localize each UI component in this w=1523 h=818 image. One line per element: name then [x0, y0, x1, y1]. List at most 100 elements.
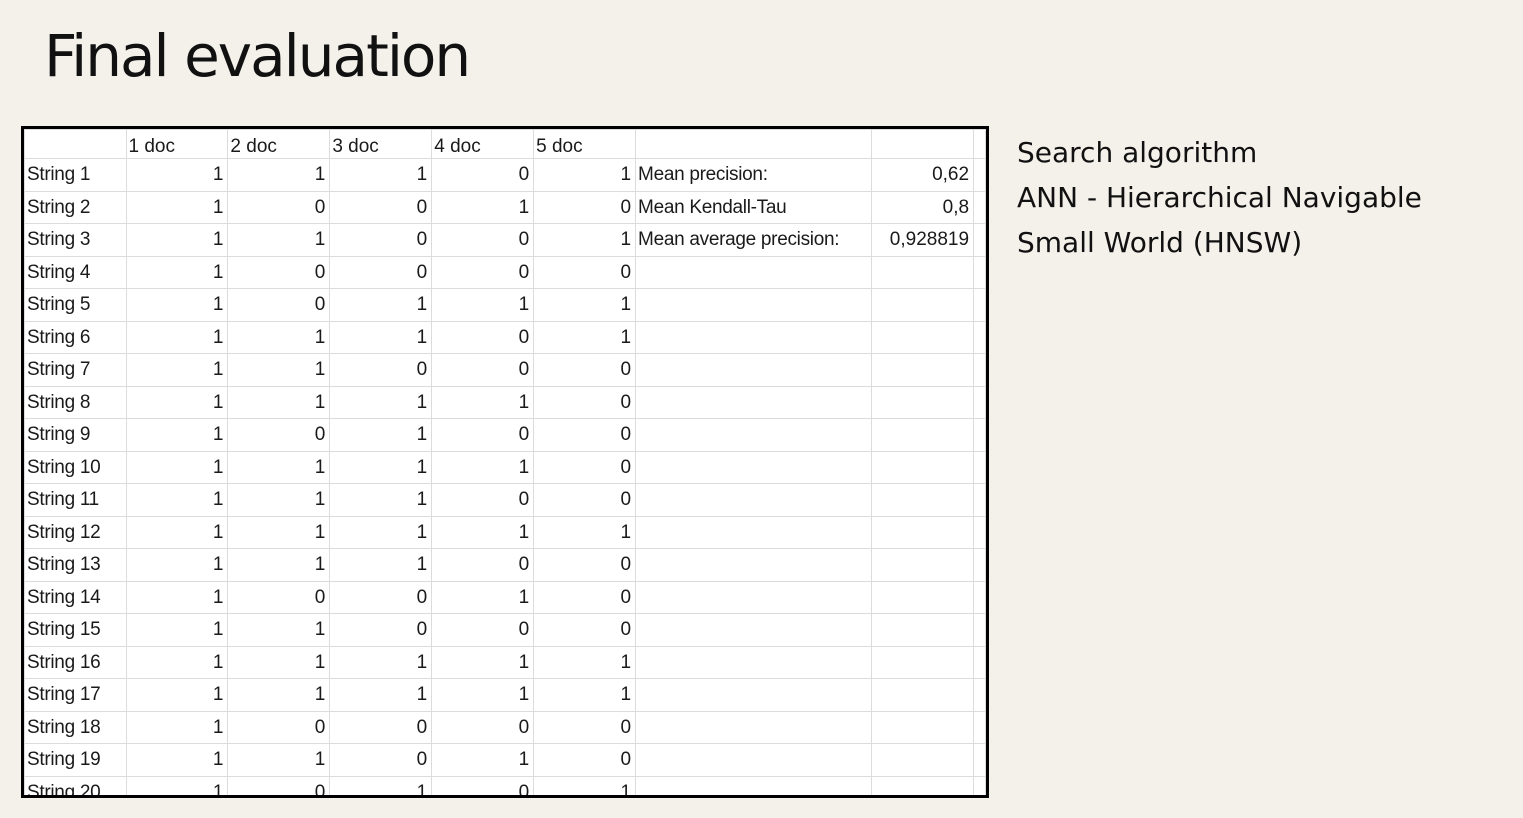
score-cell: 0 [431, 353, 535, 387]
empty-cell [973, 743, 986, 777]
row-label: String 8 [24, 385, 127, 419]
table-row: String 10 1 1 1 1 0 [24, 450, 986, 484]
empty-cell [973, 320, 986, 354]
score-cell: 1 [227, 353, 331, 387]
row-label: String 18 [24, 710, 127, 744]
score-cell: 0 [431, 223, 535, 257]
metric-value: 0,62 [871, 158, 975, 192]
score-cell: 0 [431, 158, 535, 192]
table-row: String 17 1 1 1 1 1 [24, 678, 986, 712]
table-row: String 16 1 1 1 1 1 [24, 645, 986, 679]
score-cell: 1 [125, 418, 229, 452]
row-label: String 9 [24, 418, 127, 452]
score-cell: 1 [533, 775, 637, 795]
empty-cell [871, 320, 975, 354]
score-cell: 1 [125, 645, 229, 679]
empty-cell [635, 129, 873, 159]
empty-cell [635, 613, 873, 647]
score-cell: 0 [227, 255, 331, 289]
metric-value: 0,928819 [871, 223, 975, 257]
table-row: String 1 1 1 1 0 1 Mean precision: 0,62 [24, 158, 986, 192]
empty-cell [871, 678, 975, 712]
empty-cell [973, 418, 986, 452]
score-cell: 1 [227, 678, 331, 712]
score-cell: 0 [329, 353, 433, 387]
score-cell: 0 [533, 418, 637, 452]
score-cell: 1 [125, 515, 229, 549]
score-cell: 1 [125, 223, 229, 257]
score-cell: 1 [227, 613, 331, 647]
score-cell: 1 [125, 483, 229, 517]
empty-cell [871, 255, 975, 289]
score-cell: 0 [431, 255, 535, 289]
score-cell: 1 [431, 288, 535, 322]
empty-cell [973, 385, 986, 419]
empty-cell [973, 515, 986, 549]
table-row: String 910100 [24, 418, 986, 452]
score-cell: 1 [431, 190, 535, 224]
table-row: String 12 1 1 1 1 1 [24, 515, 986, 549]
empty-cell [973, 613, 986, 647]
row-label: String 20 [24, 775, 127, 795]
slide-title: Final evaluation [44, 22, 471, 90]
score-cell: 1 [227, 515, 331, 549]
score-cell: 0 [227, 580, 331, 614]
column-header: 2 doc [227, 129, 331, 159]
score-cell: 1 [431, 385, 535, 419]
metric-label: Mean average precision: [635, 223, 873, 257]
evaluation-table: 1 doc 2 doc 3 doc 4 doc 5 doc String 1 1 1 1 0 1 Me… [24, 129, 986, 795]
score-cell: 1 [533, 515, 637, 549]
score-cell: 1 [227, 645, 331, 679]
empty-cell [871, 129, 975, 159]
empty-cell [871, 580, 975, 614]
row-label: String 4 [24, 255, 127, 289]
empty-cell [871, 450, 975, 484]
score-cell: 1 [533, 678, 637, 712]
table-row: String 19 1 1 0 1 0 [24, 743, 986, 777]
empty-cell [871, 418, 975, 452]
empty-cell [635, 450, 873, 484]
row-label: String 1 [24, 158, 127, 192]
score-cell: 0 [329, 613, 433, 647]
score-cell: 1 [125, 320, 229, 354]
row-label: String 17 [24, 678, 127, 712]
score-cell: 1 [125, 288, 229, 322]
empty-cell [973, 255, 986, 289]
row-label: String 15 [24, 613, 127, 647]
empty-cell [635, 418, 873, 452]
empty-cell [871, 515, 975, 549]
empty-cell [871, 743, 975, 777]
score-cell: 1 [227, 483, 331, 517]
score-cell: 0 [329, 743, 433, 777]
column-header: 5 doc [533, 129, 637, 159]
empty-cell [871, 353, 975, 387]
header-row: 1 doc 2 doc 3 doc 4 doc 5 doc [24, 129, 986, 159]
score-cell: 0 [431, 548, 535, 582]
empty-cell [635, 645, 873, 679]
score-cell: 0 [227, 710, 331, 744]
score-cell: 0 [431, 775, 535, 795]
score-cell: 1 [431, 580, 535, 614]
row-label: String 11 [24, 483, 127, 517]
score-cell: 1 [431, 450, 535, 484]
score-cell: 1 [533, 158, 637, 192]
table-row: String 3 1 1 0 0 1 Mean average precision: 0,92… [24, 223, 986, 257]
score-cell: 0 [329, 223, 433, 257]
algorithm-description: Search algorithm ANN - Hierarchical Navi… [1017, 130, 1507, 265]
row-label: String 10 [24, 450, 127, 484]
empty-cell [871, 775, 975, 795]
empty-cell [973, 158, 986, 192]
score-cell: 1 [533, 320, 637, 354]
empty-cell [973, 775, 986, 795]
score-cell: 1 [533, 223, 637, 257]
score-cell: 1 [329, 158, 433, 192]
table-row: String 2 1 0 0 1 0 Mean Kendall-Tau 0,8 [24, 190, 986, 224]
score-cell: 0 [329, 255, 433, 289]
empty-cell [973, 483, 986, 517]
score-cell: 1 [227, 158, 331, 192]
score-cell: 1 [431, 678, 535, 712]
table-row: String 611101 [24, 320, 986, 354]
empty-cell [635, 515, 873, 549]
empty-cell [973, 223, 986, 257]
score-cell: 0 [533, 548, 637, 582]
